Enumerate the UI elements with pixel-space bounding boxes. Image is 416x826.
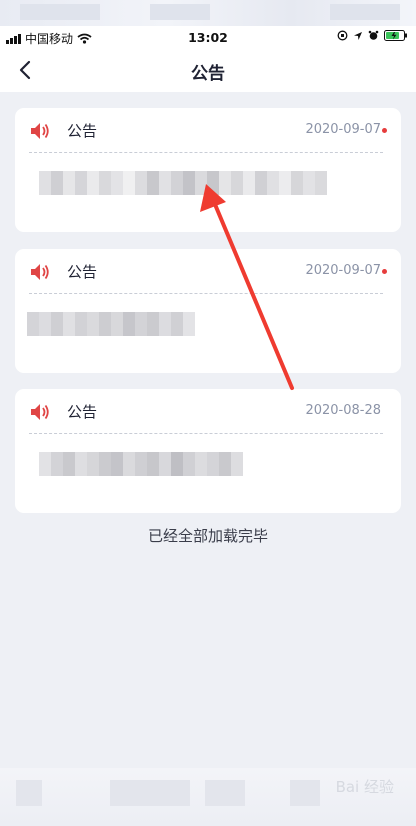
speaker-icon	[31, 264, 49, 280]
notice-card[interactable]: 公告 2020-08-28	[15, 389, 401, 513]
divider	[29, 433, 383, 434]
divider	[29, 152, 383, 153]
battery-icon	[384, 30, 407, 41]
blurred-content	[27, 312, 195, 336]
divider	[29, 293, 383, 294]
alarm-icon	[368, 30, 379, 40]
page-title: 公告	[191, 64, 225, 84]
notice-title: 公告	[67, 122, 98, 140]
blurred-content	[39, 452, 243, 476]
notice-date: 2020-09-07	[305, 263, 381, 278]
speaker-icon	[31, 123, 49, 139]
notice-title: 公告	[67, 263, 98, 281]
unread-dot	[382, 269, 387, 274]
notice-card[interactable]: 公告 2020-09-07	[15, 249, 401, 373]
unread-dot	[382, 128, 387, 133]
nav-bar: 公告	[0, 48, 416, 92]
notice-title: 公告	[67, 403, 98, 421]
speaker-icon	[31, 404, 49, 420]
status-bar: 中国移动 13:02	[0, 26, 416, 48]
notice-date: 2020-09-07	[305, 122, 381, 137]
watermark: Bai 经验	[335, 778, 394, 796]
location-icon	[354, 31, 362, 40]
blurred-content	[39, 171, 327, 195]
notice-date: 2020-08-28	[305, 403, 381, 418]
end-of-list-message: 已经全部加载完毕	[147, 527, 268, 545]
notice-card[interactable]: 公告 2020-09-07	[15, 108, 401, 232]
top-blur-strip	[0, 0, 416, 26]
rotation-lock-icon	[337, 30, 348, 41]
